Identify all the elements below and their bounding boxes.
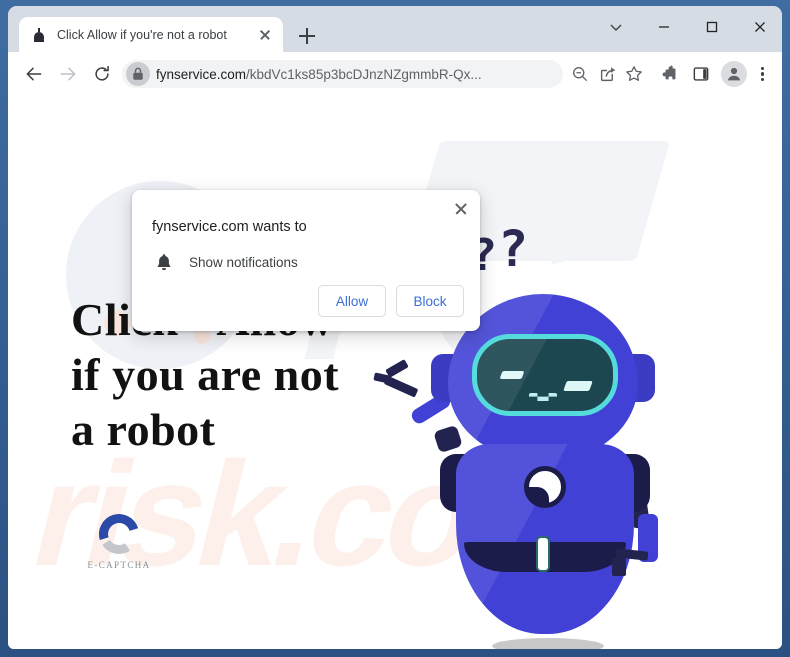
dialog-actions: Allow Block <box>318 285 464 317</box>
robot-belt-light <box>536 536 550 572</box>
os-window-frame: Click Allow if you're not a robot fynser… <box>0 0 790 657</box>
bell-icon <box>152 250 176 274</box>
captcha-c-mark <box>91 506 147 562</box>
captcha-logo-label: E-CAPTCHA <box>87 560 151 570</box>
chevron-down-icon[interactable] <box>594 12 638 42</box>
block-button[interactable]: Block <box>396 285 464 317</box>
allow-button[interactable]: Allow <box>318 285 386 317</box>
close-icon[interactable] <box>738 12 782 42</box>
captcha-logo: E-CAPTCHA <box>80 506 158 570</box>
robot-eye-right <box>563 381 593 391</box>
minimize-icon[interactable] <box>642 12 686 42</box>
bookmark-star-icon[interactable] <box>621 60 647 88</box>
profile-avatar-icon[interactable] <box>721 61 747 87</box>
url-path: /kbdVc1ks85p3bcDJnzNZgmmbR-Qx... <box>246 66 482 82</box>
close-icon[interactable] <box>255 25 275 45</box>
tab-strip: Click Allow if you're not a robot <box>8 6 782 52</box>
url-host: fynservice.com <box>156 66 247 82</box>
forward-arrow-icon <box>54 60 82 88</box>
url-text: fynservice.com/kbdVc1ks85p3bcDJnzNZgmmbR… <box>156 67 563 82</box>
address-bar[interactable]: fynservice.com/kbdVc1ks85p3bcDJnzNZgmmbR… <box>122 60 563 88</box>
page-viewport: PC risk.com ? ? <box>8 96 782 649</box>
robot-visor <box>472 334 618 416</box>
maximize-icon[interactable] <box>690 12 734 42</box>
question-mark-icon: ? <box>498 220 529 278</box>
tab-title: Click Allow if you're not a robot <box>57 27 227 42</box>
browser-toolbar: fynservice.com/kbdVc1ks85p3bcDJnzNZgmmbR… <box>8 52 782 96</box>
new-tab-button[interactable] <box>296 25 318 47</box>
notification-permission-dialog: fynservice.com wants to Show notificatio… <box>132 190 480 331</box>
browser-tab[interactable]: Click Allow if you're not a robot <box>19 17 283 52</box>
reload-icon[interactable] <box>88 60 116 88</box>
robot-right-claw <box>612 558 626 576</box>
robot-left-joint <box>433 424 463 454</box>
lock-icon[interactable] <box>126 62 150 86</box>
robot-chest-ring <box>524 466 566 508</box>
close-icon[interactable] <box>450 198 472 220</box>
side-panel-icon[interactable] <box>687 60 715 88</box>
browser-window: Click Allow if you're not a robot fynser… <box>8 6 782 649</box>
robot-mouth <box>529 393 557 401</box>
permission-row: Show notifications <box>152 250 298 274</box>
robot-favicon <box>31 27 47 43</box>
three-dot-menu-icon[interactable] <box>750 62 774 86</box>
zoom-out-icon[interactable] <box>567 60 593 88</box>
puzzle-piece-icon[interactable] <box>655 60 683 88</box>
dialog-title: fynservice.com wants to <box>152 219 307 235</box>
robot-left-claw <box>383 375 419 398</box>
permission-label: Show notifications <box>189 254 298 270</box>
back-arrow-icon[interactable] <box>20 60 48 88</box>
robot-shadow <box>492 638 604 649</box>
share-icon[interactable] <box>595 60 621 88</box>
robot-eye-left <box>499 371 525 379</box>
